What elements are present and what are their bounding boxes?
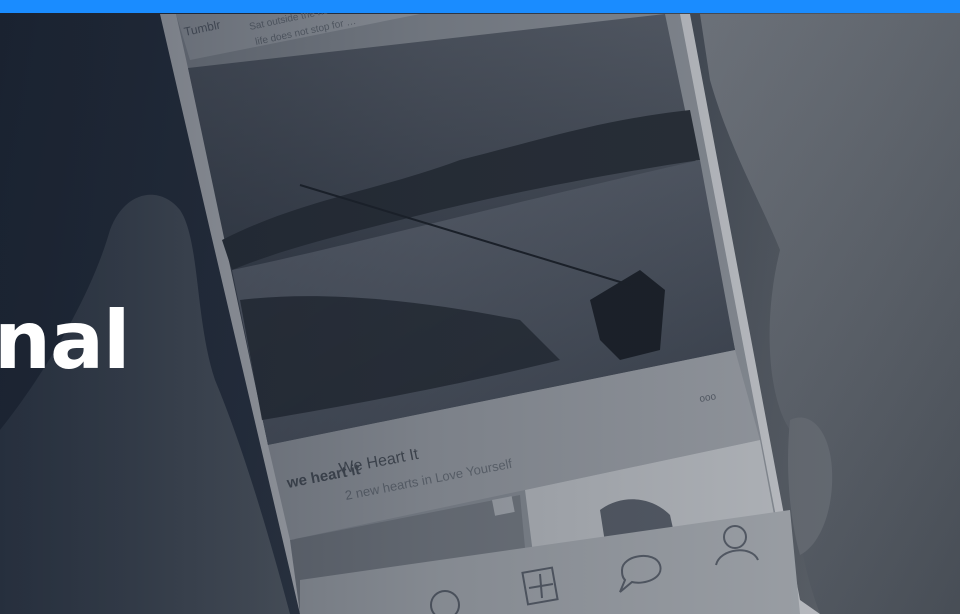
top-accent-bar	[0, 0, 960, 13]
hero-background-photo: Tumblr Sat outside the house and … life …	[0, 0, 960, 614]
hero-section: Tumblr Sat outside the house and … life …	[0, 0, 960, 614]
hero-headline: nal	[0, 294, 130, 387]
